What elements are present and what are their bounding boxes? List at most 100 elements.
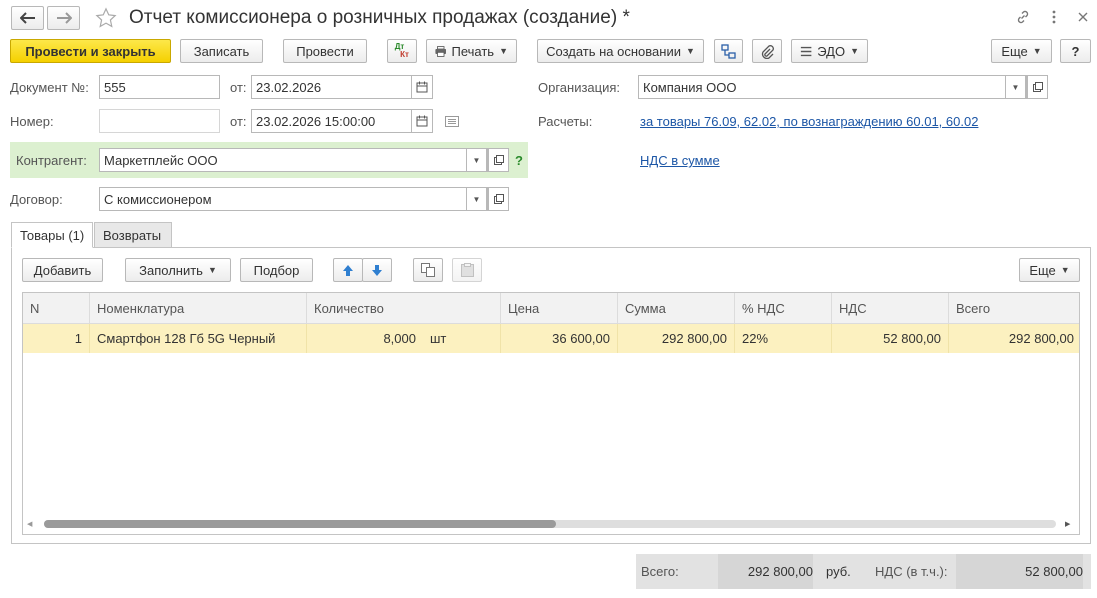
select-button[interactable]: Подбор (240, 258, 313, 282)
tab-returns[interactable]: Возвраты (94, 222, 172, 248)
column-header-quantity[interactable]: Количество (307, 293, 501, 324)
number-field[interactable] (99, 109, 220, 133)
number-label: Номер: (10, 114, 54, 129)
move-down-button[interactable] (362, 258, 392, 282)
column-header-n[interactable]: N (23, 293, 90, 324)
tab-goods[interactable]: Товары (1) (11, 222, 93, 248)
organization-open-button[interactable] (1027, 75, 1048, 99)
calendar-icon (416, 81, 428, 93)
counterparty-open-button[interactable] (488, 148, 509, 172)
help-label: ? (1071, 43, 1080, 59)
table-row-cell-quantity[interactable]: 8,000 (307, 324, 423, 353)
edo-button[interactable]: ЭДО ▼ (791, 39, 868, 63)
table-row-cell-price[interactable]: 36 600,00 (501, 324, 618, 353)
more-label: Еще (1001, 43, 1028, 59)
table-row-cell-item[interactable]: Смартфон 128 Гб 5G Черный (90, 324, 307, 353)
link-icon (1017, 10, 1029, 24)
post-label: Провести (296, 43, 354, 59)
favorite-button[interactable] (94, 6, 118, 30)
post-and-close-button[interactable]: Провести и закрыть (10, 39, 171, 63)
post-and-close-label: Провести и закрыть (25, 43, 156, 59)
column-header-vat-rate[interactable]: % НДС (735, 293, 832, 324)
chevron-down-icon: ▼ (499, 46, 508, 56)
scroll-left-arrow[interactable]: ◀ (27, 520, 32, 528)
select-label: Подбор (253, 262, 300, 278)
currency-label: руб. (826, 564, 851, 579)
table-row-cell-unit[interactable]: шт (423, 324, 501, 353)
chevron-down-icon: ▼ (207, 265, 217, 275)
back-button[interactable] (11, 6, 44, 30)
datetime-from-label: от: (230, 114, 247, 129)
create-based-on-button[interactable]: Создать на основании ▼ (537, 39, 704, 63)
column-header-amount[interactable]: Сумма (618, 293, 735, 324)
horizontal-scrollbar[interactable] (44, 520, 1056, 528)
contract-input[interactable] (104, 191, 487, 207)
settlements-label: Расчеты: (538, 114, 593, 129)
fill-label: Заполнить (139, 262, 203, 278)
table-row-cell-n[interactable]: 1 (23, 324, 90, 353)
datetime-input[interactable] (256, 113, 411, 129)
organization-input[interactable] (643, 79, 1026, 95)
column-header-label: Всего (956, 300, 991, 316)
number-input[interactable] (104, 113, 219, 129)
date-field[interactable] (251, 75, 433, 99)
more-button[interactable]: Еще ▼ (991, 39, 1052, 63)
print-button[interactable]: Печать ▼ (426, 39, 517, 63)
total-label: Всего: (641, 564, 679, 579)
table-row-cell-vat-rate[interactable]: 22% (735, 324, 832, 353)
calendar-button[interactable] (411, 75, 433, 99)
edo-label: ЭДО (817, 43, 846, 59)
column-header-total[interactable]: Всего (949, 293, 1079, 324)
structure-button[interactable] (714, 39, 743, 63)
table-row-cell-vat[interactable]: 52 800,00 (832, 324, 949, 353)
table-row-cell-amount[interactable]: 292 800,00 (618, 324, 735, 353)
date-input[interactable] (256, 79, 411, 95)
move-up-button[interactable] (333, 258, 363, 282)
organization-dropdown-button[interactable]: ▼ (1005, 75, 1026, 99)
add-button[interactable]: Добавить (22, 258, 103, 282)
dt-kt-icon: Дт Кт (395, 43, 409, 59)
doc-number-input[interactable] (104, 79, 219, 95)
organization-label: Организация: (538, 80, 621, 95)
more-actions-button[interactable] (1043, 6, 1065, 28)
contract-open-button[interactable] (488, 187, 509, 211)
attach-button[interactable] (752, 39, 782, 63)
settlements-link[interactable]: за товары 76.09, 62.02, по вознаграждени… (640, 114, 978, 129)
forward-button[interactable] (47, 6, 80, 30)
datetime-field[interactable] (251, 109, 433, 133)
counterparty-help-icon[interactable]: ? (515, 153, 523, 168)
vat-in-amount-link[interactable]: НДС в сумме (640, 153, 720, 168)
column-header-price[interactable]: Цена (501, 293, 618, 324)
date-from-label: от: (230, 80, 247, 95)
table-row-cell-total[interactable]: 292 800,00 (949, 324, 1079, 353)
column-header-label: НДС (839, 300, 867, 316)
counterparty-dropdown-button[interactable]: ▼ (466, 148, 487, 172)
link-button[interactable] (1012, 6, 1034, 28)
column-header-label: Сумма (625, 300, 666, 316)
column-header-vat[interactable]: НДС (832, 293, 949, 324)
counterparty-input[interactable] (104, 152, 487, 168)
scroll-right-arrow[interactable]: ▶ (1065, 520, 1070, 528)
comment-button[interactable] (444, 113, 460, 129)
document-list-icon (800, 46, 812, 56)
column-header-item[interactable]: Номенклатура (90, 293, 307, 324)
structure-icon (721, 43, 736, 59)
post-button[interactable]: Провести (283, 39, 367, 63)
paste-button[interactable] (452, 258, 482, 282)
calendar-button[interactable] (411, 109, 433, 133)
close-button[interactable] (1072, 6, 1094, 28)
table-more-button[interactable]: Еще ▼ (1019, 258, 1080, 282)
contract-dropdown-button[interactable]: ▼ (466, 187, 487, 211)
dt-kt-button[interactable]: Дт Кт (387, 39, 417, 63)
scrollbar-thumb[interactable] (44, 520, 556, 528)
copy-button[interactable] (413, 258, 443, 282)
help-button[interactable]: ? (1060, 39, 1091, 63)
doc-number-field[interactable] (99, 75, 220, 99)
fill-button[interactable]: Заполнить ▼ (125, 258, 231, 282)
contract-field[interactable]: ▼ (99, 187, 509, 211)
counterparty-field[interactable]: ▼ (99, 148, 509, 172)
column-header-label: Номенклатура (97, 300, 185, 316)
total-value: 292 800,00 (718, 554, 813, 589)
save-button[interactable]: Записать (180, 39, 263, 63)
organization-field[interactable]: ▼ (638, 75, 1048, 99)
